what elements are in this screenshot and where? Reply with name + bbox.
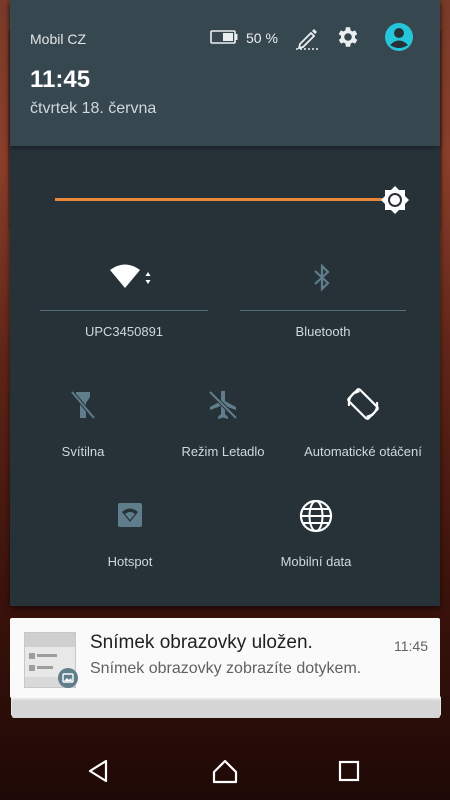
- notification-stack-shadow-2: [12, 700, 440, 718]
- flashlight-off-icon: [70, 390, 96, 420]
- notification-shade: Mobil CZ 50 % 11:45 čtvrtek 18. června U…: [10, 0, 440, 606]
- brightness-slider[interactable]: [55, 198, 395, 201]
- screenshot-notification[interactable]: Snímek obrazovky uložen. Snímek obrazovk…: [10, 618, 440, 698]
- flashlight-label: Svítilna: [61, 444, 105, 459]
- battery-icon: [210, 30, 238, 44]
- edit-icon[interactable]: [294, 24, 320, 50]
- clock-date: čtvrtek 18. června: [30, 100, 157, 117]
- notification-time: 11:45: [394, 638, 428, 654]
- clock-time: 11:45: [30, 66, 91, 93]
- notification-title: Snímek obrazovky uložen.: [90, 632, 313, 653]
- bluetooth-divider: [240, 310, 406, 311]
- tile-mobile-data[interactable]: [276, 498, 356, 534]
- carrier-label: Mobil CZ: [30, 31, 87, 47]
- auto-rotate-icon: [347, 388, 379, 420]
- user-account-icon[interactable]: [384, 22, 414, 52]
- recents-icon[interactable]: [334, 756, 364, 786]
- tile-hotspot[interactable]: [90, 500, 170, 530]
- wifi-label: UPC3450891: [84, 324, 164, 339]
- bluetooth-label: Bluetooth: [295, 324, 351, 339]
- airplane-icon: [208, 390, 238, 420]
- globe-icon: [299, 499, 333, 533]
- tile-flashlight[interactable]: [40, 388, 126, 422]
- back-icon[interactable]: [84, 756, 114, 786]
- brightness-handle-icon[interactable]: [380, 185, 410, 215]
- tile-airplane[interactable]: [180, 388, 266, 422]
- gallery-badge-icon: [58, 668, 78, 688]
- home-icon[interactable]: [210, 756, 240, 786]
- settings-icon[interactable]: [335, 24, 361, 50]
- tile-auto-rotate[interactable]: [320, 384, 406, 424]
- hotspot-label: Hotspot: [107, 554, 153, 569]
- wifi-divider: [40, 310, 208, 311]
- wifi-icon: [110, 264, 151, 288]
- battery-percent: 50 %: [246, 30, 278, 46]
- auto-rotate-label: Automatické otáčení: [304, 444, 422, 459]
- mobile-data-label: Mobilní data: [280, 554, 352, 569]
- airplane-label: Režim Letadlo: [181, 444, 265, 459]
- bluetooth-icon: [314, 263, 330, 292]
- tile-bluetooth[interactable]: [262, 262, 382, 294]
- quick-settings-header: Mobil CZ 50 % 11:45 čtvrtek 18. června: [10, 0, 440, 146]
- navigation-bar: [0, 740, 450, 800]
- tile-wifi[interactable]: [70, 262, 190, 292]
- hotspot-icon: [118, 503, 142, 527]
- notification-text: Snímek obrazovky zobrazíte dotykem.: [90, 660, 362, 677]
